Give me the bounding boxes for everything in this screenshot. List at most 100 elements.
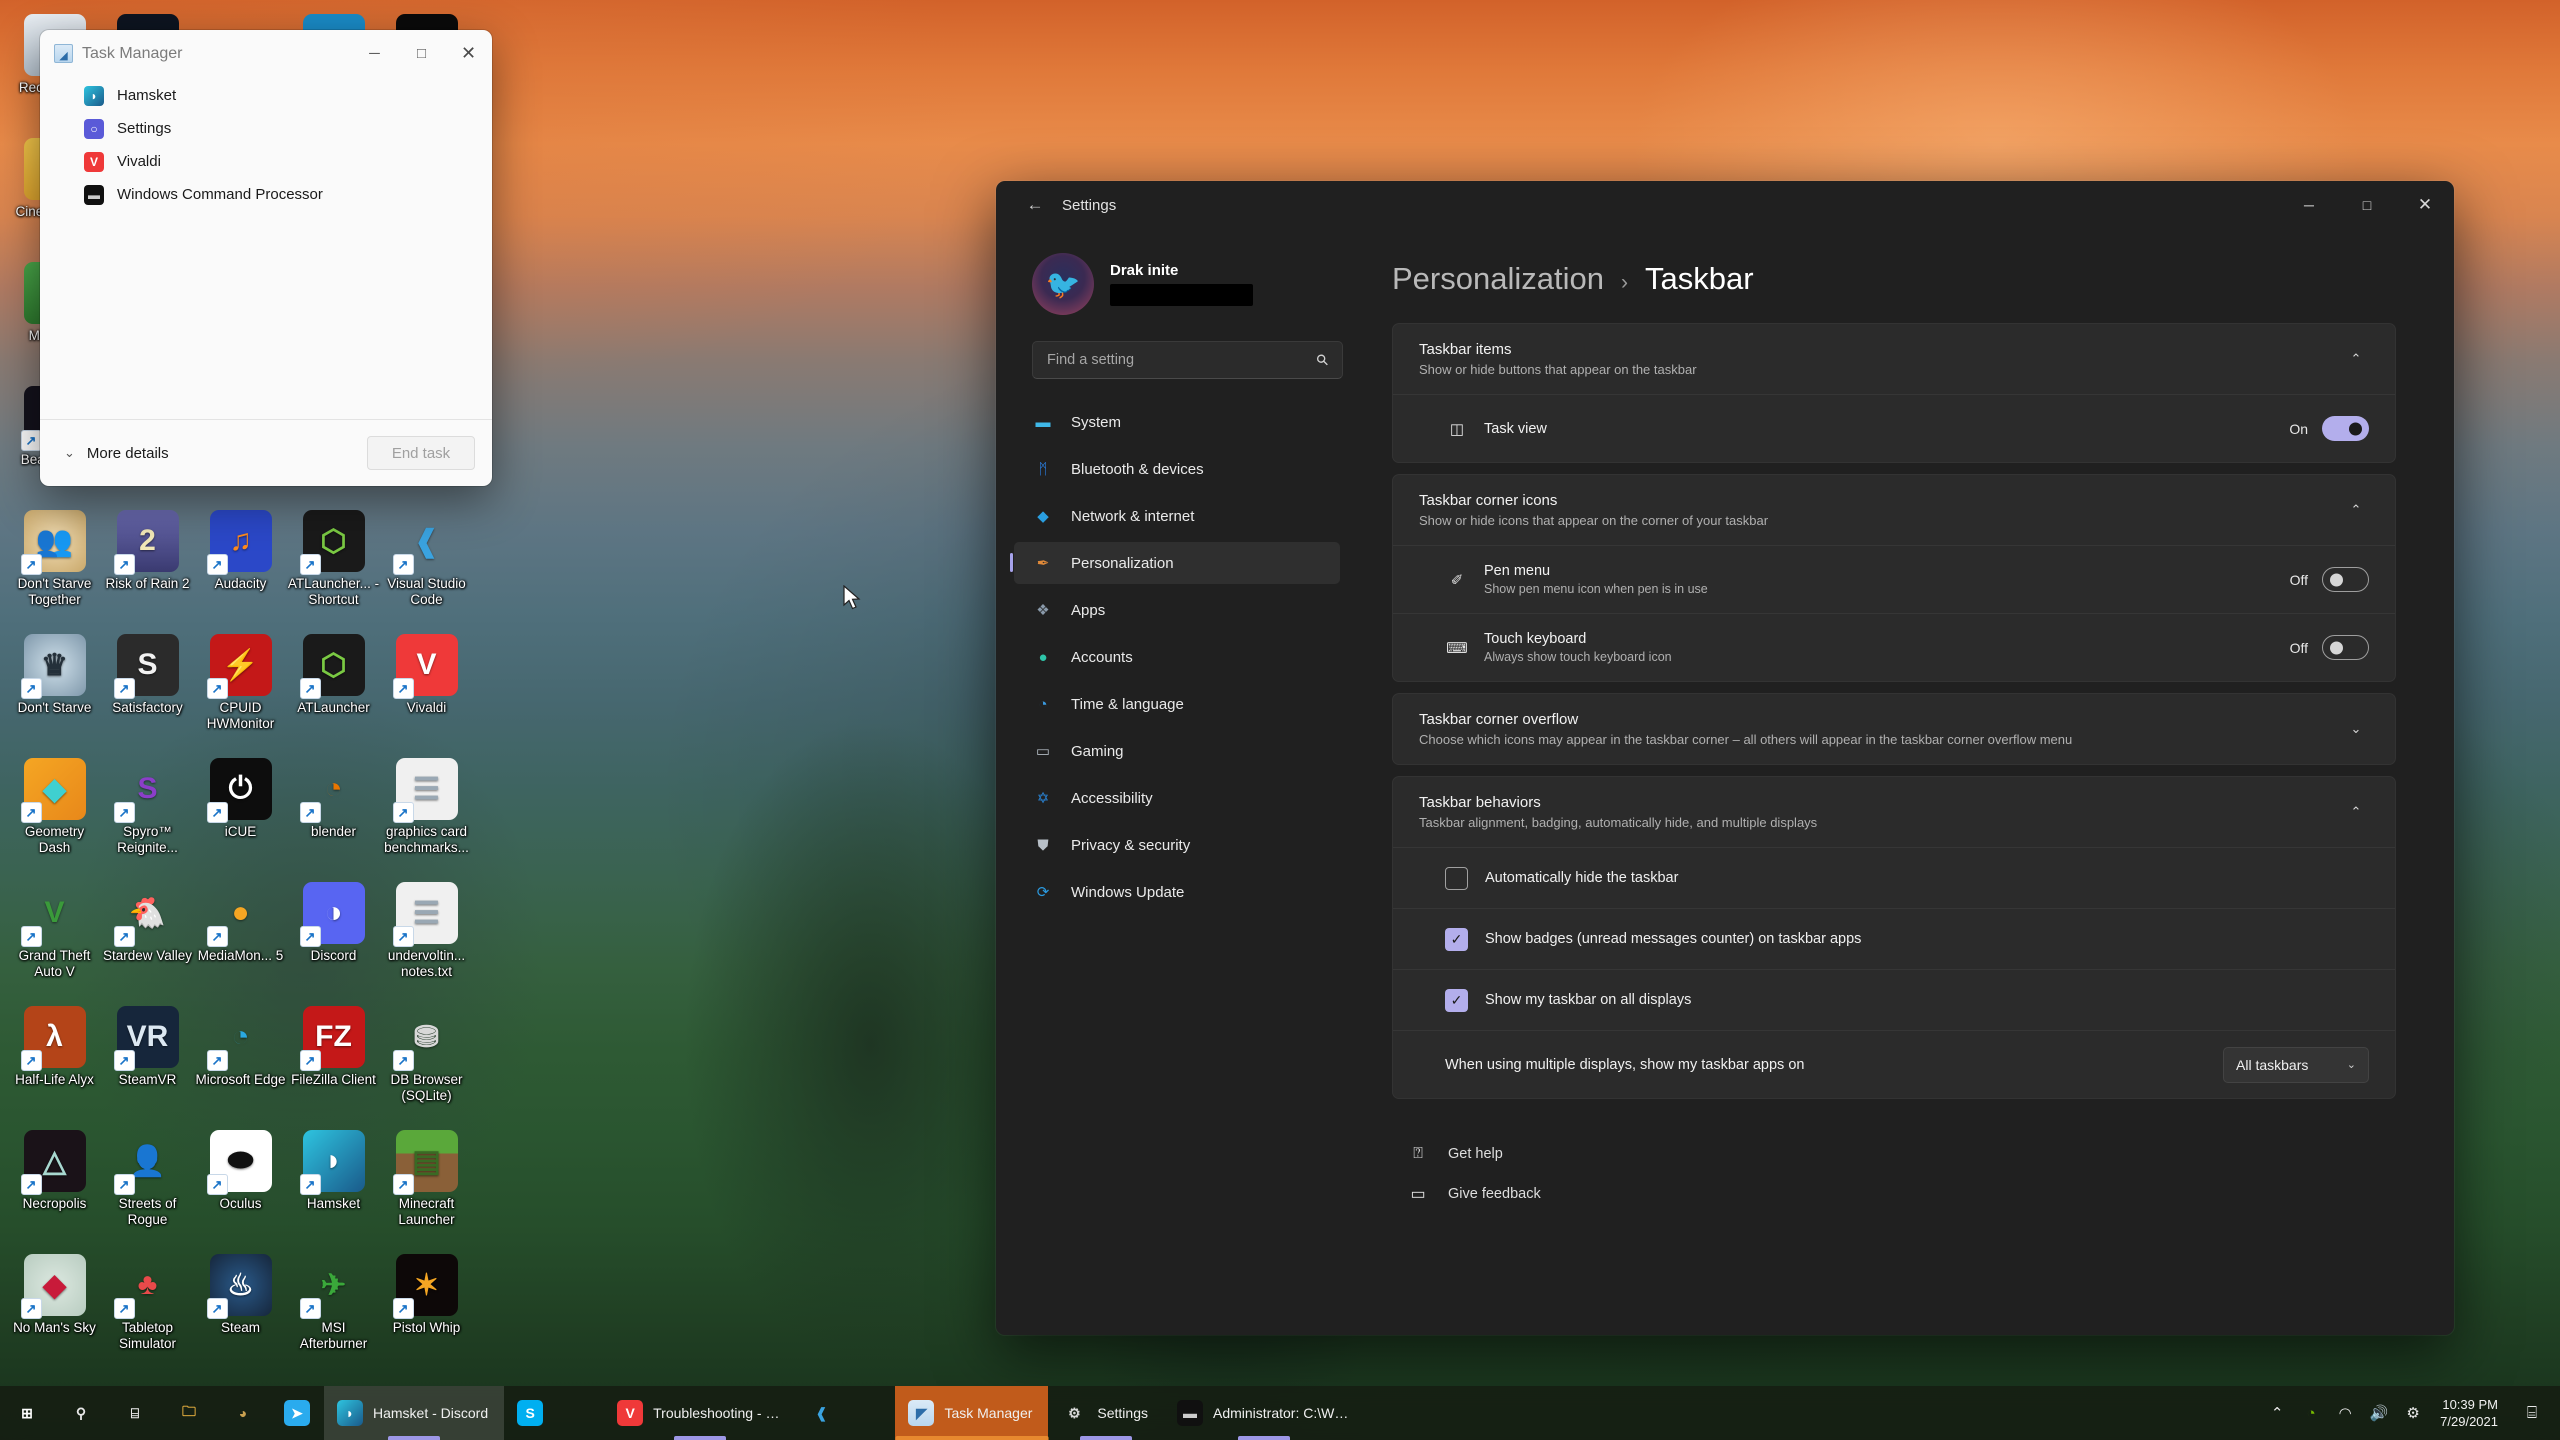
setting-row[interactable]: ✐ Pen menu Show pen menu icon when pen is … bbox=[1393, 545, 2395, 613]
clock[interactable]: 10:39 PM 7/29/2021 bbox=[2430, 1396, 2512, 1430]
chevron-icon[interactable]: ⌃ bbox=[2343, 351, 2369, 367]
desktop-icon[interactable]: SSpyro™ Reignite... bbox=[101, 750, 194, 874]
back-arrow-icon[interactable]: ← bbox=[1018, 190, 1052, 220]
volume-icon[interactable]: 🔊 bbox=[2362, 1386, 2396, 1440]
taskbar-task-button[interactable]: ▬ Administrator: C:\W… bbox=[1164, 1386, 1364, 1440]
chevron-icon[interactable]: ⌄ bbox=[2343, 721, 2369, 737]
checkbox[interactable] bbox=[1445, 866, 1468, 890]
notifications-icon[interactable]: ⌸ bbox=[2512, 1386, 2552, 1440]
task-view-button[interactable]: ⌸ bbox=[108, 1386, 162, 1440]
taskbar-task-button[interactable]: S bbox=[504, 1386, 604, 1440]
checkbox[interactable]: ✓ bbox=[1445, 988, 1468, 1012]
account-block[interactable]: 🐦 Drak inite bbox=[1014, 229, 1340, 325]
taskbar-task-button[interactable]: ❰ bbox=[795, 1386, 895, 1440]
sidebar-item-accounts[interactable]: ● Accounts bbox=[1014, 636, 1340, 678]
desktop-icon[interactable]: ⏻iCUE bbox=[194, 750, 287, 874]
task-manager-window[interactable]: ◢ Task Manager ─ □ ✕ ◗ Hamsket ○ Settings V V… bbox=[40, 30, 492, 486]
desktop-icon[interactable]: ❰Visual Studio Code bbox=[380, 502, 473, 626]
task-manager-close-button[interactable]: ✕ bbox=[445, 30, 492, 77]
desktop-icon[interactable]: ◆No Man's Sky bbox=[8, 1246, 101, 1370]
settings-minimize-button[interactable]: ─ bbox=[2280, 181, 2338, 229]
sidebar-item-windows-update[interactable]: ⟳ Windows Update bbox=[1014, 871, 1340, 913]
wifi-icon[interactable]: ◠ bbox=[2328, 1386, 2362, 1440]
settings-maximize-button[interactable]: □ bbox=[2338, 181, 2396, 229]
task-manager-minimize-button[interactable]: ─ bbox=[351, 30, 398, 77]
chevron-icon[interactable]: ⌃ bbox=[2343, 502, 2369, 518]
sidebar-item-network-internet[interactable]: ◆ Network & internet bbox=[1014, 495, 1340, 537]
sidebar-item-bluetooth-devices[interactable]: ᛗ Bluetooth & devices bbox=[1014, 448, 1340, 490]
desktop-icon[interactable]: ◆Geometry Dash bbox=[8, 750, 101, 874]
checkbox-row[interactable]: Automatically hide the taskbar bbox=[1393, 847, 2395, 908]
desktop-icon[interactable]: ⚡CPUID HWMonitor bbox=[194, 626, 287, 750]
desktop-icon[interactable]: λHalf-Life Alyx bbox=[8, 998, 101, 1122]
task-manager-maximize-button[interactable]: □ bbox=[398, 30, 445, 77]
desktop-icon[interactable]: ⬬Oculus bbox=[194, 1122, 287, 1246]
process-row[interactable]: V Vivaldi bbox=[40, 145, 492, 178]
card-header[interactable]: Taskbar corner overflow Choose which icon… bbox=[1393, 694, 2395, 764]
desktop-icon[interactable]: ✶Pistol Whip bbox=[380, 1246, 473, 1370]
setting-row[interactable]: ◫ Task view On bbox=[1393, 394, 2395, 462]
toggle-switch[interactable] bbox=[2322, 416, 2369, 441]
desktop-icon[interactable]: ⛃DB Browser (SQLite) bbox=[380, 998, 473, 1122]
desktop-icon[interactable]: 2Risk of Rain 2 bbox=[101, 502, 194, 626]
breadcrumb-parent[interactable]: Personalization bbox=[1392, 261, 1604, 297]
game-app-button[interactable]: ◕ bbox=[216, 1386, 270, 1440]
search-input[interactable] bbox=[1047, 352, 1317, 368]
sidebar-item-personalization[interactable]: ✒ Personalization bbox=[1010, 542, 1340, 584]
taskbar-task-button[interactable]: V Troubleshooting - … bbox=[604, 1386, 795, 1440]
settings-window[interactable]: ← Settings ─ □ ✕ 🐦 Drak inite ⚲ ▬ System ᛗ… bbox=[996, 181, 2454, 1335]
card-header[interactable]: Taskbar behaviors Taskbar alignment, badg… bbox=[1393, 777, 2395, 847]
checkbox[interactable]: ✓ bbox=[1445, 927, 1468, 951]
process-row[interactable]: ◗ Hamsket bbox=[40, 79, 492, 112]
search-button[interactable]: ⚲ bbox=[54, 1386, 108, 1440]
search-box[interactable]: ⚲ bbox=[1032, 341, 1343, 379]
process-row[interactable]: ○ Settings bbox=[40, 112, 492, 145]
desktop-icon[interactable]: FZFileZilla Client bbox=[287, 998, 380, 1122]
desktop-icon[interactable]: ✈MSI Afterburner bbox=[287, 1246, 380, 1370]
desktop-icon[interactable]: ♫Audacity bbox=[194, 502, 287, 626]
taskbar-apps-display-dropdown[interactable]: All taskbars ⌄ bbox=[2223, 1046, 2369, 1083]
desktop-icon[interactable]: ♨Steam bbox=[194, 1246, 287, 1370]
desktop-icon[interactable]: ⬡ATLauncher bbox=[287, 626, 380, 750]
sidebar-item-accessibility[interactable]: ✡ Accessibility bbox=[1014, 777, 1340, 819]
desktop-icon[interactable]: ☰graphics card benchmarks... bbox=[380, 750, 473, 874]
taskbar[interactable]: ⊞ ⚲ ⌸ 🗀 ◕ ➤ ◗ Hamsket - Discord S V Troubleshooti… bbox=[0, 1386, 2560, 1440]
desktop-icon[interactable]: ▤Minecraft Launcher bbox=[380, 1122, 473, 1246]
desktop-icon[interactable]: ◔blender bbox=[287, 750, 380, 874]
desktop-icon[interactable]: VVivaldi bbox=[380, 626, 473, 750]
process-row[interactable]: ▬ Windows Command Processor bbox=[40, 178, 492, 211]
desktop-icon[interactable]: ◑Discord bbox=[287, 874, 380, 998]
desktop-icon[interactable]: ◔Microsoft Edge bbox=[194, 998, 287, 1122]
sidebar-item-system[interactable]: ▬ System bbox=[1014, 401, 1340, 443]
get-help-link[interactable]: ⍰ Get help bbox=[1404, 1134, 2396, 1174]
chevron-up-icon[interactable]: ⌃ bbox=[2260, 1386, 2294, 1440]
setting-row[interactable]: ⌨ Touch keyboard Always show touch keyboar… bbox=[1393, 613, 2395, 681]
avatar[interactable]: 🐦 bbox=[1032, 253, 1094, 315]
desktop-icon[interactable]: △Necropolis bbox=[8, 1122, 101, 1246]
desktop-icon[interactable]: 👥Don't Starve Together bbox=[8, 502, 101, 626]
sidebar-item-time-language[interactable]: ◔ Time & language bbox=[1014, 683, 1340, 725]
desktop-icon[interactable]: 🐔Stardew Valley bbox=[101, 874, 194, 998]
settings-titlebar[interactable]: ← Settings ─ □ ✕ bbox=[996, 181, 2454, 229]
task-manager-titlebar[interactable]: ◢ Task Manager ─ □ ✕ bbox=[40, 30, 492, 77]
more-details-button[interactable]: ⌄ More details bbox=[64, 445, 367, 462]
telegram-button[interactable]: ➤ bbox=[270, 1386, 324, 1440]
settings-close-button[interactable]: ✕ bbox=[2396, 181, 2454, 229]
file-explorer-button[interactable]: 🗀 bbox=[162, 1386, 216, 1440]
nvidia-icon[interactable]: ◔ bbox=[2294, 1386, 2328, 1440]
sidebar-item-gaming[interactable]: ▭ Gaming bbox=[1014, 730, 1340, 772]
sidebar-item-privacy-security[interactable]: ⛊ Privacy & security bbox=[1014, 824, 1340, 866]
checkbox-row[interactable]: ✓ Show badges (unread messages counter) o… bbox=[1393, 908, 2395, 969]
taskbar-task-button[interactable]: ◤ Task Manager bbox=[895, 1386, 1049, 1440]
taskbar-task-button[interactable]: ⚙ Settings bbox=[1048, 1386, 1164, 1440]
card-header[interactable]: Taskbar corner icons Show or hide icons t… bbox=[1393, 475, 2395, 545]
desktop-icon[interactable]: 👤Streets of Rogue bbox=[101, 1122, 194, 1246]
desktop-icon[interactable]: ◗Hamsket bbox=[287, 1122, 380, 1246]
desktop-icon[interactable]: ♣Tabletop Simulator bbox=[101, 1246, 194, 1370]
end-task-button[interactable]: End task bbox=[367, 436, 475, 470]
sidebar-item-apps[interactable]: ❖ Apps bbox=[1014, 589, 1340, 631]
checkbox-row[interactable]: ✓ Show my taskbar on all displays bbox=[1393, 969, 2395, 1030]
toggle-switch[interactable] bbox=[2322, 635, 2369, 660]
chevron-icon[interactable]: ⌃ bbox=[2343, 804, 2369, 820]
desktop-icon[interactable]: ⬡ATLauncher... - Shortcut bbox=[287, 502, 380, 626]
